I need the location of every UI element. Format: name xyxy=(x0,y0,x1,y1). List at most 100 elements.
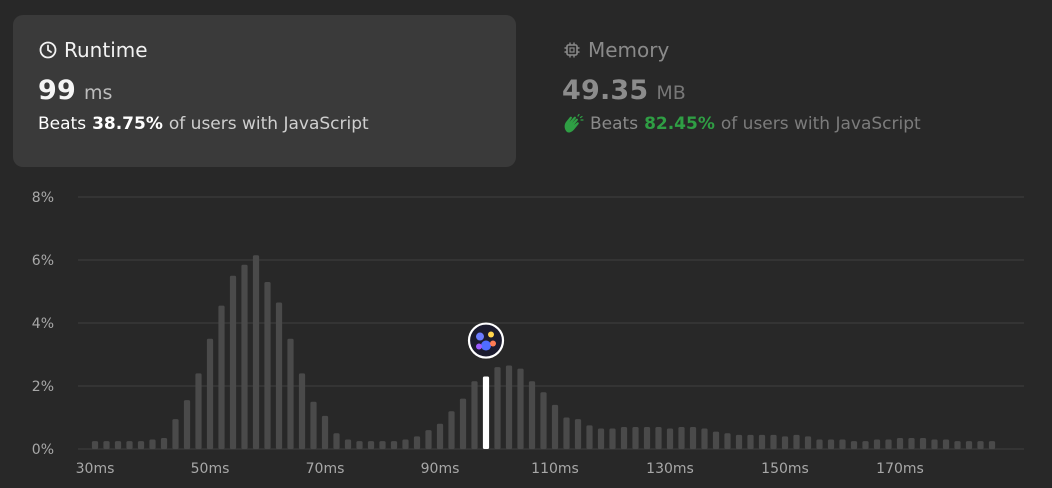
chart-bar[interactable] xyxy=(701,428,708,449)
chart-bar[interactable] xyxy=(839,439,846,449)
chart-bar[interactable] xyxy=(862,441,869,449)
chart-bar[interactable] xyxy=(229,275,237,449)
chart-bar[interactable] xyxy=(747,434,754,449)
chart-bar[interactable] xyxy=(356,441,363,449)
chart-bar[interactable] xyxy=(172,419,179,449)
chart-bar[interactable] xyxy=(724,433,731,449)
chart-bar[interactable] xyxy=(551,404,559,449)
chart-bar[interactable] xyxy=(908,437,915,449)
x-tick-label: 50ms xyxy=(191,461,230,477)
chart-bar[interactable] xyxy=(758,434,766,449)
chart-bar[interactable] xyxy=(195,373,202,449)
chart-bar[interactable] xyxy=(218,305,225,449)
chart-bar[interactable] xyxy=(367,441,375,449)
chart-bar[interactable] xyxy=(942,439,950,449)
y-axis-labels: 0% 2% 4% 6% 8% xyxy=(32,190,54,458)
chart-bar[interactable] xyxy=(471,381,478,449)
chart-bar[interactable] xyxy=(988,441,996,449)
chart-bar[interactable] xyxy=(609,428,616,449)
x-axis-labels: 30ms 50ms 70ms 90ms 110ms 130ms 150ms 170ms xyxy=(76,461,924,477)
chart-bar[interactable] xyxy=(321,415,329,449)
chart-bar[interactable] xyxy=(436,423,444,449)
chart-bar[interactable] xyxy=(666,428,674,449)
chart-bar[interactable] xyxy=(977,441,984,449)
chart-bar[interactable] xyxy=(126,441,133,449)
chart-bar[interactable] xyxy=(781,436,789,449)
chart-bar[interactable] xyxy=(310,401,317,449)
chart-bar[interactable] xyxy=(931,439,938,449)
chart-bar[interactable] xyxy=(735,434,743,449)
avatar-detail xyxy=(481,340,491,351)
x-tick-label: 70ms xyxy=(306,461,345,477)
chart-bar[interactable] xyxy=(793,434,800,449)
chart-bar[interactable] xyxy=(586,425,593,449)
chart-bar[interactable] xyxy=(149,439,156,449)
chart-bar[interactable] xyxy=(919,437,927,449)
chart-bar[interactable] xyxy=(632,426,639,449)
chart-bar[interactable] xyxy=(896,437,904,449)
x-tick-label: 150ms xyxy=(761,461,809,477)
chart-bar[interactable] xyxy=(873,439,881,449)
chart-bar[interactable] xyxy=(655,426,662,449)
chart-bar[interactable] xyxy=(459,398,467,449)
chart-bar[interactable] xyxy=(827,439,835,449)
chart-bar[interactable] xyxy=(643,426,651,449)
chart-bar[interactable] xyxy=(574,419,582,449)
chart-bar[interactable] xyxy=(264,282,271,449)
chart-bar[interactable] xyxy=(689,426,697,449)
chart-bar[interactable] xyxy=(505,365,513,449)
chart-bar[interactable] xyxy=(390,441,398,449)
y-tick-label: 0% xyxy=(32,442,54,458)
y-tick-label: 2% xyxy=(32,379,54,395)
avatar-detail xyxy=(488,331,494,338)
chart-bar[interactable] xyxy=(379,441,386,449)
chart-bar[interactable] xyxy=(712,431,720,449)
chart-bar[interactable] xyxy=(287,338,294,449)
chart-bar[interactable] xyxy=(413,436,421,449)
user-marker xyxy=(467,322,505,359)
chart-bar[interactable] xyxy=(91,441,99,449)
chart-bar[interactable] xyxy=(137,441,145,449)
chart-bar[interactable] xyxy=(183,400,191,449)
chart-bar[interactable] xyxy=(114,441,122,449)
chart-bar[interactable] xyxy=(540,392,547,449)
runtime-distribution-chart[interactable]: 0% 2% 4% 6% 8% 30ms 50ms 70ms 90ms 110ms 130ms 150… xyxy=(0,0,1052,488)
chart-bar[interactable] xyxy=(252,255,260,449)
y-tick-label: 8% xyxy=(32,190,54,206)
chart-bar[interactable] xyxy=(528,381,536,449)
chart-bar[interactable] xyxy=(885,439,892,449)
chart-bar[interactable] xyxy=(494,367,501,449)
avatar-detail xyxy=(476,332,484,341)
x-tick-label: 130ms xyxy=(646,461,694,477)
chart-bar[interactable] xyxy=(206,338,214,449)
chart-bar[interactable] xyxy=(770,434,777,449)
chart-bar[interactable] xyxy=(678,426,685,449)
avatar-detail xyxy=(490,340,496,347)
chart-bar[interactable] xyxy=(344,439,352,449)
chart-bar[interactable] xyxy=(965,441,973,449)
chart-bar[interactable] xyxy=(816,439,823,449)
chart-bar[interactable] xyxy=(954,441,961,449)
chart-bar[interactable] xyxy=(425,430,432,449)
chart-bar[interactable] xyxy=(620,426,628,449)
chart-bar[interactable] xyxy=(275,302,283,449)
chart-bar[interactable] xyxy=(298,373,306,449)
highlighted-bar[interactable] xyxy=(482,376,490,449)
chart-bar[interactable] xyxy=(402,439,409,449)
chart-bar[interactable] xyxy=(160,437,168,449)
chart-bar[interactable] xyxy=(597,428,605,449)
chart-bar[interactable] xyxy=(517,368,524,449)
x-tick-label: 170ms xyxy=(876,461,924,477)
y-tick-label: 4% xyxy=(32,316,54,332)
chart-bar[interactable] xyxy=(241,264,248,449)
chart-bar[interactable] xyxy=(850,441,858,449)
x-tick-label: 90ms xyxy=(421,461,460,477)
chart-bar[interactable] xyxy=(563,417,570,450)
avatar-detail xyxy=(476,343,482,350)
chart-bar[interactable] xyxy=(333,433,340,449)
chart-bar[interactable] xyxy=(103,441,110,449)
chart-bar[interactable] xyxy=(804,436,812,449)
chart-bars xyxy=(91,255,996,450)
x-tick-label: 110ms xyxy=(531,461,579,477)
chart-bar[interactable] xyxy=(448,411,455,449)
